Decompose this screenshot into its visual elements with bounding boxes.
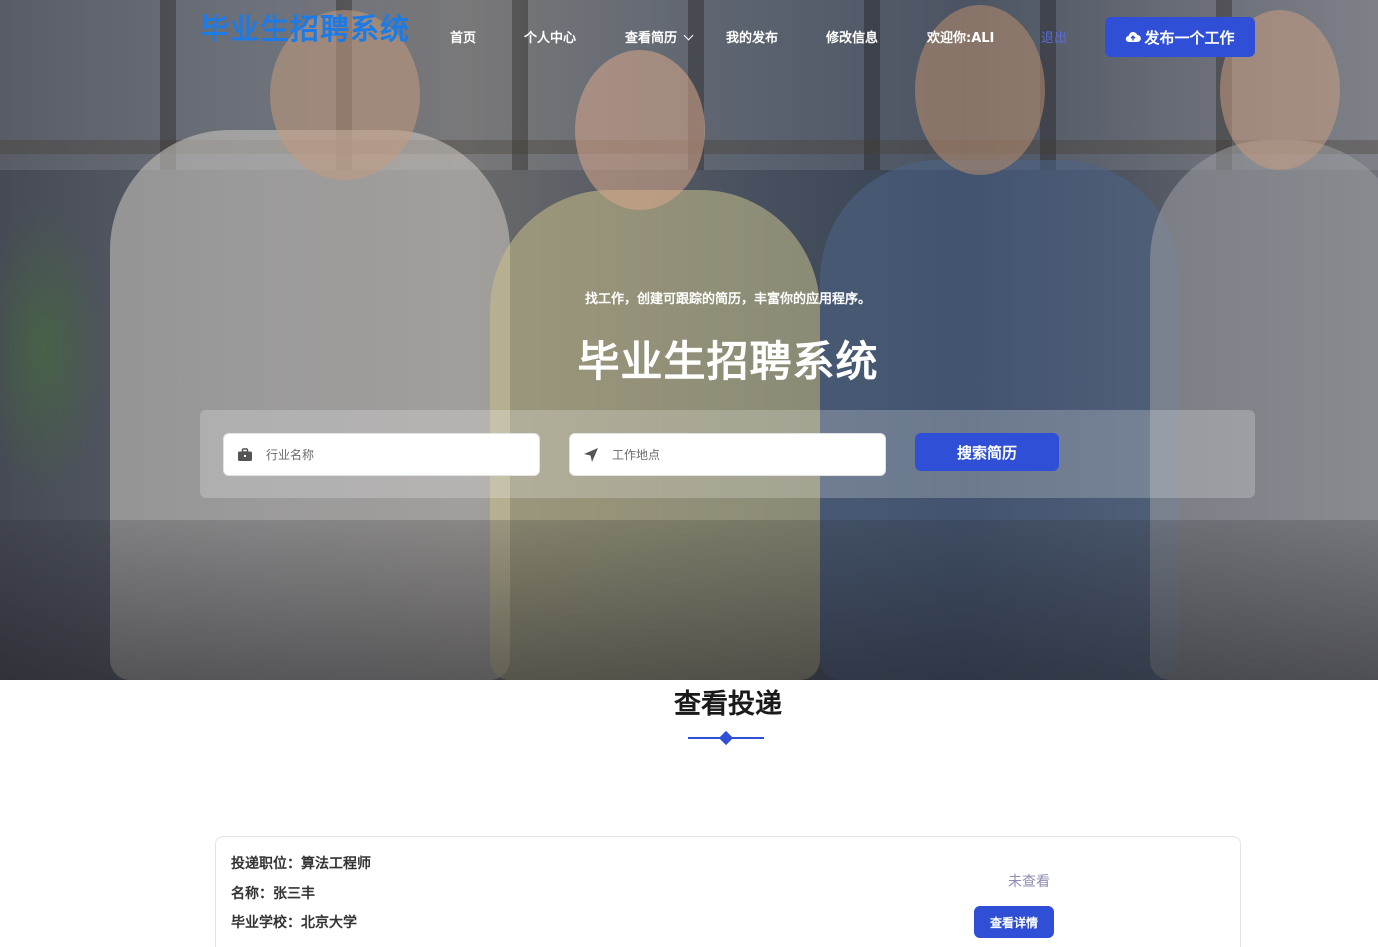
post-job-button[interactable]: 发布一个工作 — [1105, 17, 1255, 57]
industry-search-field[interactable] — [223, 433, 540, 476]
hero-person-2-head — [575, 50, 705, 210]
nav-view-resumes[interactable]: 查看简历 — [625, 27, 694, 46]
nav-logout[interactable]: 退出 — [1041, 27, 1067, 46]
chevron-down-icon — [683, 30, 694, 41]
application-name: 名称：张三丰 — [231, 883, 315, 903]
hero-tagline: 找工作，创建可跟踪的简历，丰富你的应用程序。 — [584, 292, 871, 307]
nav-edit-info[interactable]: 修改信息 — [826, 27, 878, 46]
site-logo[interactable]: 毕业生招聘系统 — [200, 6, 410, 48]
school-value: 北京大学 — [301, 915, 357, 931]
location-arrow-icon — [570, 447, 612, 463]
name-value: 张三丰 — [273, 886, 315, 902]
search-resumes-button[interactable]: 搜索简历 — [915, 433, 1059, 471]
hero-title: 毕业生招聘系统 — [577, 337, 879, 386]
hero-background-floor — [0, 520, 1378, 680]
application-school: 毕业学校：北京大学 — [231, 912, 357, 932]
position-label: 投递职位： — [231, 856, 301, 872]
cloud-upload-icon — [1126, 32, 1142, 43]
location-input[interactable] — [612, 447, 862, 462]
industry-input[interactable] — [266, 447, 516, 462]
application-position: 投递职位：算法工程师 — [231, 853, 371, 873]
nav-home[interactable]: 首页 — [450, 27, 476, 46]
divider-diamond — [718, 730, 734, 746]
nav-view-resumes-label: 查看简历 — [625, 31, 678, 46]
position-value: 算法工程师 — [301, 856, 371, 872]
application-status: 未查看 — [1008, 874, 1050, 890]
name-label: 名称： — [231, 886, 273, 902]
nav-welcome-user[interactable]: 欢迎你:ALI — [927, 27, 994, 46]
section-title: 查看投递 — [674, 689, 782, 720]
nav-personal-center[interactable]: 个人中心 — [524, 27, 576, 46]
location-search-field[interactable] — [569, 433, 886, 476]
section-divider — [688, 730, 764, 746]
nav-my-posts[interactable]: 我的发布 — [726, 27, 778, 46]
view-details-button[interactable]: 查看详情 — [974, 906, 1054, 938]
post-job-label: 发布一个工作 — [1144, 28, 1235, 47]
school-label: 毕业学校： — [231, 915, 301, 931]
briefcase-icon — [224, 447, 266, 462]
